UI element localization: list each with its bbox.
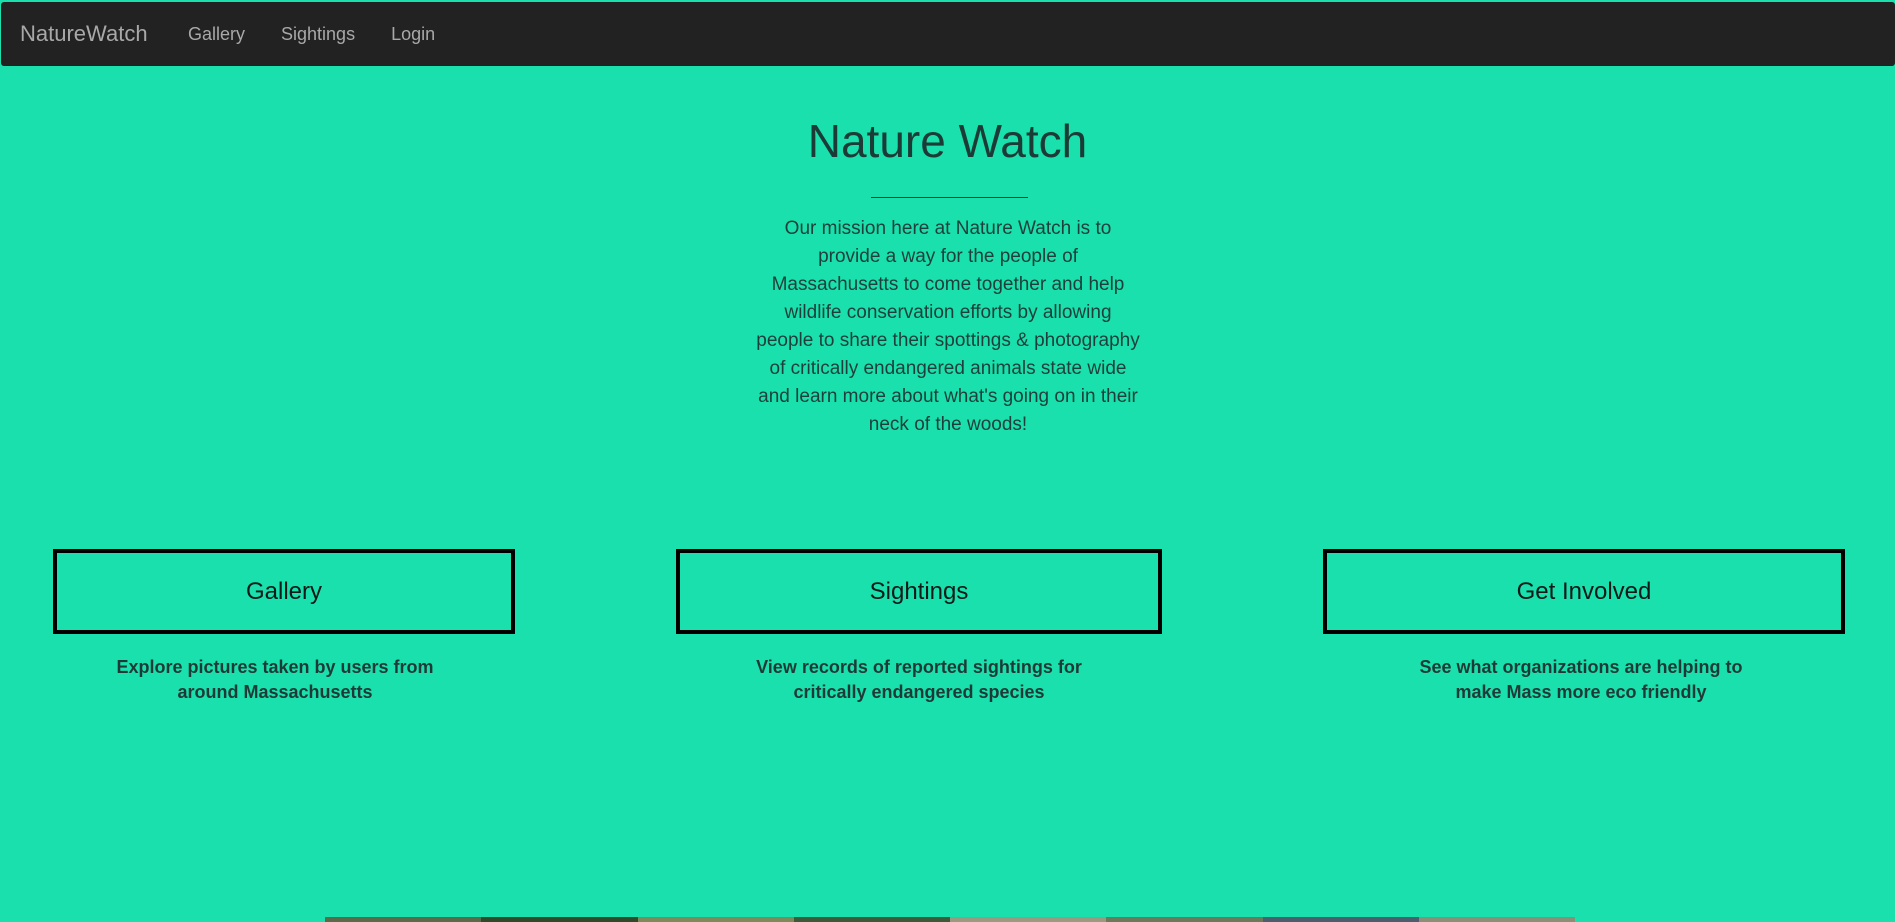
gallery-description: Explore pictures taken by users from aro… — [116, 657, 434, 702]
title-divider — [871, 197, 1028, 198]
nav-link-gallery[interactable]: Gallery — [170, 2, 263, 66]
get-involved-button[interactable]: Get Involved — [1323, 549, 1845, 634]
get-involved-description: See what organizations are helping to ma… — [1419, 657, 1743, 702]
nav-link-sightings[interactable]: Sightings — [263, 2, 373, 66]
nav-link-login[interactable]: Login — [373, 2, 453, 66]
navbar: NatureWatch Gallery Sightings Login — [1, 2, 1895, 66]
brand-link[interactable]: NatureWatch — [20, 2, 148, 66]
page: NatureWatch Gallery Sightings Login Natu… — [0, 0, 1895, 922]
nav-links: Gallery Sightings Login — [170, 2, 453, 66]
page-title: Nature Watch — [807, 115, 1088, 167]
gallery-button[interactable]: Gallery — [53, 549, 515, 634]
sightings-button[interactable]: Sightings — [676, 549, 1162, 634]
mission-statement: Our mission here at Nature Watch is to p… — [756, 218, 1140, 435]
photo-banner — [325, 917, 1575, 922]
sightings-description: View records of reported sightings for c… — [756, 657, 1082, 702]
